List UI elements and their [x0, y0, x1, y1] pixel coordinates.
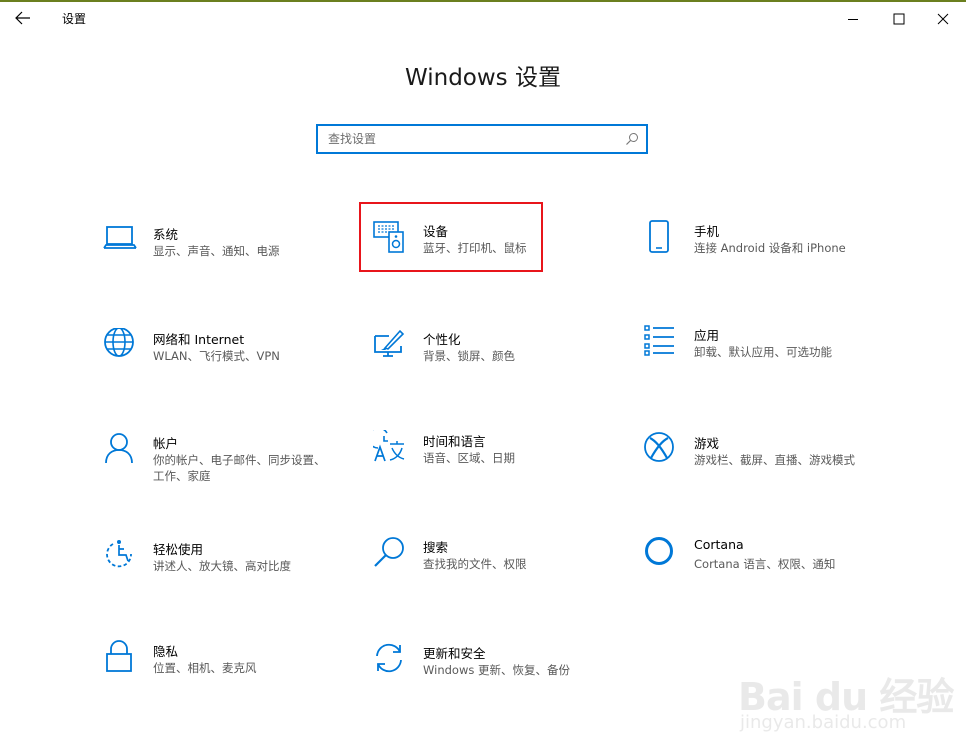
- tile-description: 显示、声音、通知、电源: [153, 244, 280, 258]
- search-box[interactable]: [316, 124, 648, 154]
- keyboard-speaker-icon: [373, 221, 404, 253]
- maximize-icon: [893, 13, 905, 25]
- person-icon: [105, 433, 133, 464]
- lock-icon: [106, 640, 132, 672]
- tile-title: 轻松使用: [153, 542, 204, 557]
- tile-update-security[interactable]: 更新和安全 Windows 更新、恢复、备份: [373, 642, 613, 718]
- sync-icon: [376, 643, 402, 673]
- tile-title: 网络和 Internet: [153, 332, 245, 347]
- globe-icon: [104, 328, 134, 357]
- tile-cortana[interactable]: Cortana Cortana 语言、权限、通知: [644, 536, 884, 612]
- baidu-jingyan-watermark: Bai du 经验 jingyan.baidu.com: [738, 664, 966, 748]
- search-input[interactable]: [328, 130, 618, 148]
- tile-search[interactable]: 搜索 查找我的文件、权限: [373, 536, 613, 612]
- tile-ease-of-access[interactable]: 轻松使用 讲述人、放大镜、高对比度: [103, 538, 343, 614]
- close-icon: [937, 13, 949, 25]
- tile-description: Cortana 语言、权限、通知: [694, 557, 836, 571]
- tile-title: 搜索: [423, 540, 449, 555]
- tile-description: Windows 更新、恢复、备份: [423, 663, 570, 677]
- tile-title: 帐户: [153, 436, 179, 451]
- page-title: Windows 设置: [405, 65, 561, 91]
- tile-accounts[interactable]: 帐户 你的帐户、电子邮件、同步设置、工作、家庭: [103, 432, 343, 508]
- tile-title: 个性化: [423, 332, 461, 347]
- minimize-icon: [848, 19, 858, 20]
- tile-title: 应用: [694, 328, 720, 343]
- tile-title: 系统: [153, 227, 179, 242]
- tile-description: 连接 Android 设备和 iPhone: [694, 241, 846, 255]
- tile-system[interactable]: 系统 显示、声音、通知、电源: [103, 223, 343, 299]
- tile-privacy[interactable]: 隐私 位置、相机、麦克风: [103, 640, 343, 716]
- tile-description: WLAN、飞行模式、VPN: [153, 349, 280, 363]
- tile-time-language[interactable]: 时间和语言 语音、区域、日期: [373, 430, 613, 506]
- tile-description: 蓝牙、打印机、鼠标: [423, 241, 527, 255]
- minimize-button[interactable]: [830, 4, 876, 34]
- tile-title: 游戏: [694, 436, 720, 451]
- tile-network[interactable]: 网络和 Internet WLAN、飞行模式、VPN: [103, 328, 343, 404]
- tile-description: 游戏栏、截屏、直播、游戏模式: [694, 453, 855, 467]
- back-button[interactable]: [12, 8, 34, 28]
- time-language-icon: [373, 430, 405, 462]
- tile-description: 你的帐户、电子邮件、同步设置、工作、家庭: [153, 453, 326, 483]
- watermark-url: jingyan.baidu.com: [740, 712, 907, 733]
- tile-title: Cortana: [694, 537, 744, 552]
- tile-title: 隐私: [153, 644, 179, 659]
- tile-title: 设备: [423, 224, 449, 239]
- title-bar: 设置: [0, 2, 966, 34]
- search-icon[interactable]: [624, 131, 640, 147]
- phone-icon: [649, 220, 669, 253]
- tile-title: 时间和语言: [423, 434, 486, 449]
- close-button[interactable]: [920, 4, 966, 34]
- tile-description: 查找我的文件、权限: [423, 557, 527, 571]
- tile-apps[interactable]: 应用 卸载、默认应用、可选功能: [644, 324, 884, 400]
- tile-phone[interactable]: 手机 连接 Android 设备和 iPhone: [644, 220, 884, 296]
- xbox-icon: [644, 432, 674, 462]
- tile-description: 讲述人、放大镜、高对比度: [153, 559, 291, 573]
- arrow-left-icon: [15, 11, 30, 25]
- app-list-icon: [644, 325, 674, 356]
- tile-description: 语音、区域、日期: [423, 451, 515, 465]
- maximize-button[interactable]: [876, 4, 922, 34]
- tile-title: 手机: [694, 224, 720, 239]
- cortana-icon: [645, 537, 673, 565]
- laptop-icon: [103, 226, 137, 249]
- tile-personalization[interactable]: 个性化 背景、锁屏、颜色: [373, 328, 613, 404]
- ease-of-access-icon: [106, 540, 132, 568]
- search-icon: [374, 537, 404, 567]
- tile-devices[interactable]: 设备 蓝牙、打印机、鼠标: [373, 220, 613, 296]
- tile-description: 背景、锁屏、颜色: [423, 349, 515, 363]
- paintbrush-icon: [374, 329, 405, 357]
- window-title: 设置: [62, 12, 87, 26]
- tile-gaming[interactable]: 游戏 游戏栏、截屏、直播、游戏模式: [644, 432, 884, 508]
- tile-description: 位置、相机、麦克风: [153, 661, 257, 675]
- tile-title: 更新和安全: [423, 646, 486, 661]
- tile-description: 卸载、默认应用、可选功能: [694, 345, 832, 359]
